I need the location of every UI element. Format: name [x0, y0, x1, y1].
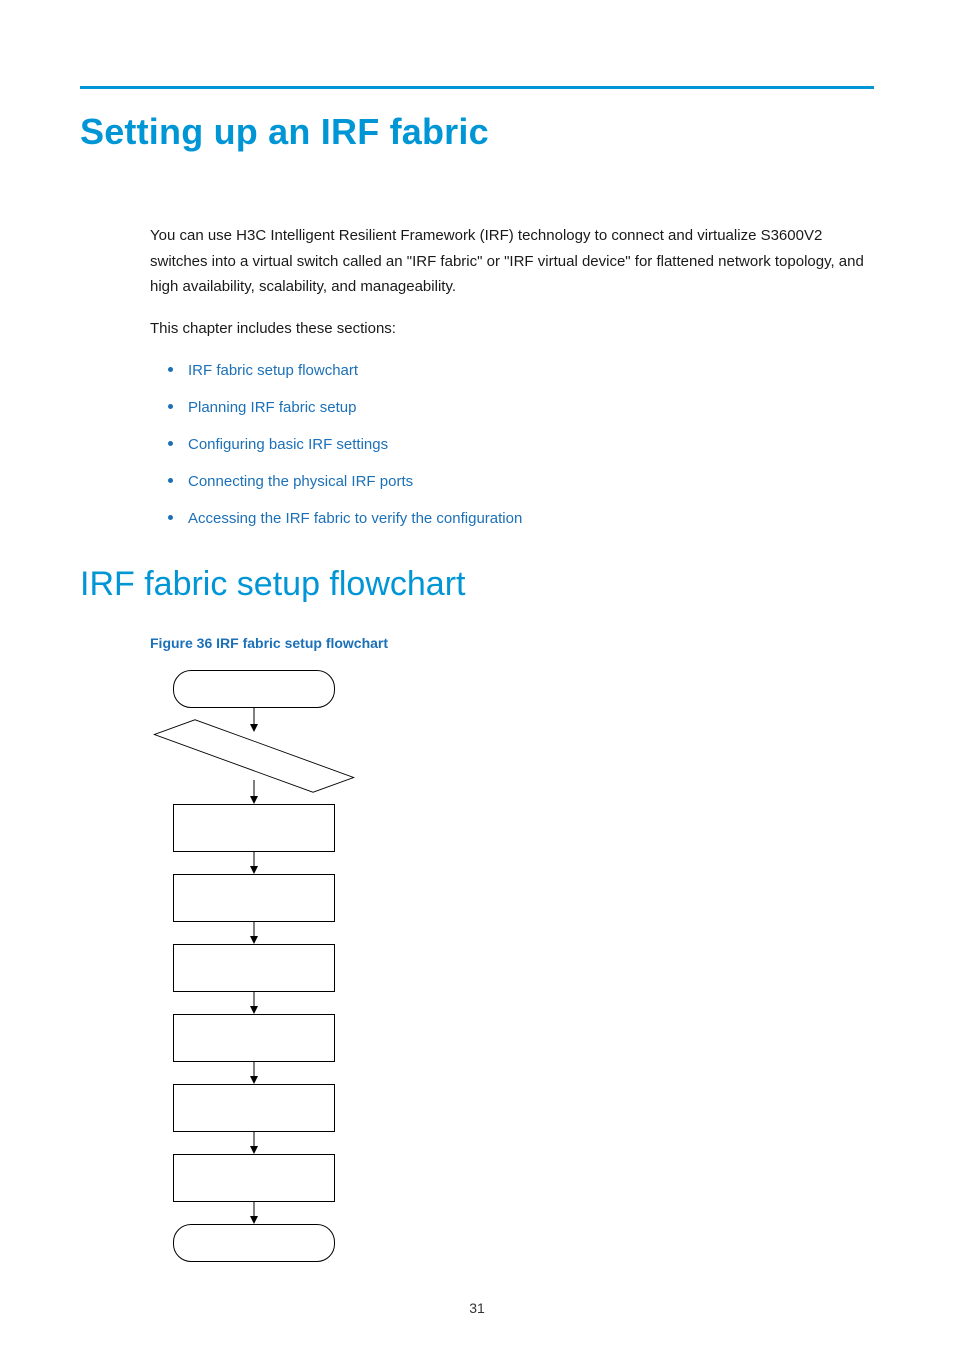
page: Setting up an IRF fabric You can use H3C… [0, 0, 954, 1350]
body-content: You can use H3C Intelligent Resilient Fr… [150, 223, 874, 1262]
top-rule [80, 86, 874, 89]
flowchart-arrow-icon [244, 708, 264, 732]
flowchart-arrow-icon [244, 992, 264, 1014]
flowchart-process-step [173, 1014, 335, 1062]
toc-link[interactable]: IRF fabric setup flowchart [188, 362, 358, 379]
toc-link[interactable]: Accessing the IRF fabric to verify the c… [188, 510, 522, 527]
flowchart-arrow-icon [244, 1132, 264, 1154]
toc-link[interactable]: Configuring basic IRF settings [188, 436, 388, 453]
toc-item: Connecting the physical IRF ports [150, 468, 874, 495]
flowchart-arrow-icon [244, 1062, 264, 1084]
toc-item: Planning IRF fabric setup [150, 394, 874, 421]
flowchart-arrow-icon [244, 922, 264, 944]
flowchart-process-step [173, 944, 335, 992]
flowchart-arrow-icon [244, 1202, 264, 1224]
toc-lead: This chapter includes these sections: [150, 316, 874, 342]
flowchart-arrow-icon [244, 852, 264, 874]
flowchart-decision [164, 732, 344, 780]
toc-item: Accessing the IRF fabric to verify the c… [150, 505, 874, 532]
page-number: 31 [0, 1300, 954, 1316]
toc-item: IRF fabric setup flowchart [150, 357, 874, 384]
toc-link[interactable]: Connecting the physical IRF ports [188, 473, 413, 490]
page-title: Setting up an IRF fabric [80, 111, 874, 153]
figure-caption: Figure 36 IRF fabric setup flowchart [150, 632, 874, 656]
flowchart-process-step [173, 804, 335, 852]
toc-list: IRF fabric setup flowchart Planning IRF … [150, 357, 874, 532]
intro-paragraph: You can use H3C Intelligent Resilient Fr… [150, 223, 874, 300]
flowchart-process-step [173, 1084, 335, 1132]
flowchart-end-terminal [173, 1224, 335, 1262]
flowchart-process-step [173, 1154, 335, 1202]
flowchart-arrow-icon [244, 780, 264, 804]
flowchart [164, 670, 344, 1262]
flowchart-process-step [173, 874, 335, 922]
toc-item: Configuring basic IRF settings [150, 431, 874, 458]
toc-link[interactable]: Planning IRF fabric setup [188, 399, 356, 416]
section-heading: IRF fabric setup flowchart [80, 556, 874, 614]
flowchart-start-terminal [173, 670, 335, 708]
